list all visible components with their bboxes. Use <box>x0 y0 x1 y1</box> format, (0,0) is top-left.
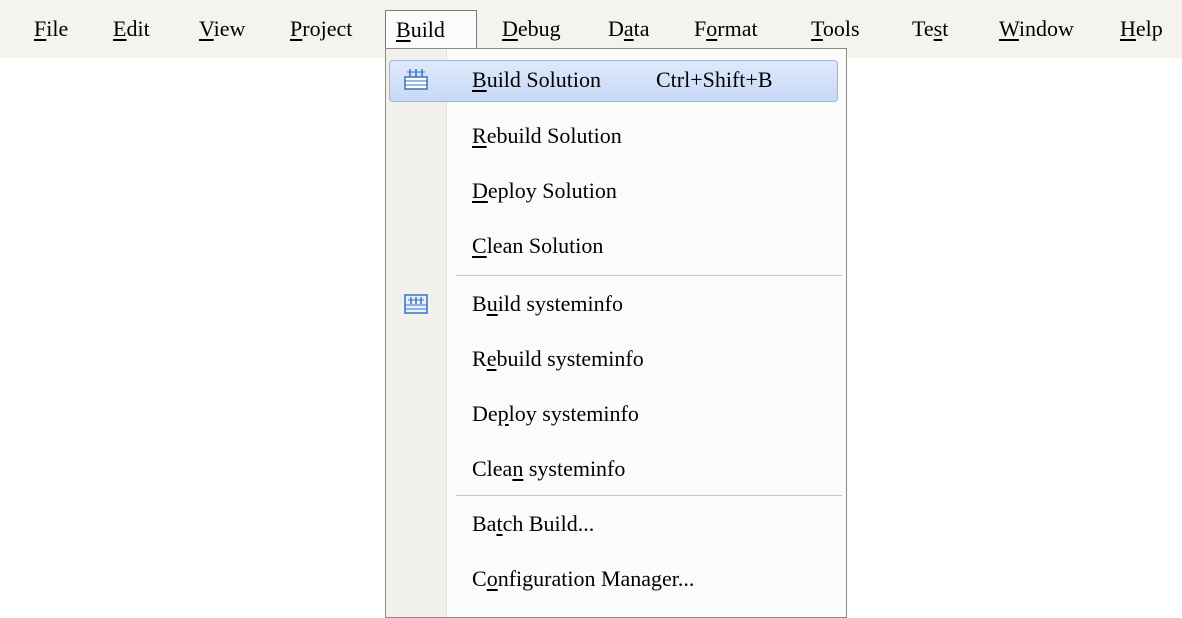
menu-tools[interactable]: Tools <box>811 10 860 48</box>
menu-item-label: Rebuild Solution <box>472 112 622 160</box>
label-part: eploy Solution <box>487 178 617 203</box>
menu-item-label: Build systeminfo <box>472 280 623 328</box>
menu-edit[interactable]: Edit <box>113 10 150 48</box>
menu-accelerator: B <box>472 67 487 92</box>
menu-label-part: Te <box>912 16 934 41</box>
menu-accelerator: R <box>472 123 487 148</box>
menu-label-part: ools <box>822 16 860 41</box>
menu-item-label: Rebuild systeminfo <box>472 335 644 383</box>
menu-accelerator: u <box>486 291 498 316</box>
menu-item-label: Deploy Solution <box>472 167 617 215</box>
label-part: loy systeminfo <box>508 401 639 426</box>
menu-item-rebuild-solution[interactable]: Rebuild Solution <box>386 112 846 160</box>
menu-accelerator: e <box>486 346 497 371</box>
menu-accelerator: D <box>502 16 518 41</box>
menu-item-deploy-solution[interactable]: Deploy Solution <box>386 167 846 215</box>
menu-accelerator: n <box>512 456 524 481</box>
menu-item-build-systeminfo[interactable]: Build systeminfo <box>386 280 846 328</box>
menu-accelerator: P <box>290 16 303 41</box>
menu-test[interactable]: Test <box>912 10 948 48</box>
label-part: build systeminfo <box>496 346 644 371</box>
menu-accelerator: C <box>472 233 487 258</box>
menu-label-part: t <box>942 16 949 41</box>
menu-accelerator: E <box>113 16 127 41</box>
label-part: ild systeminfo <box>497 291 623 316</box>
label-part: Ba <box>472 511 497 536</box>
menu-view[interactable]: View <box>199 10 245 48</box>
menu-accelerator: B <box>396 17 411 42</box>
menu-item-label: Build Solution <box>472 56 601 104</box>
menu-label-part: rmat <box>717 16 758 41</box>
menu-label-part: elp <box>1135 16 1163 41</box>
menu-label-part: uild <box>410 17 445 42</box>
menu-accelerator: W <box>999 16 1019 41</box>
menu-item-label: Deploy systeminfo <box>472 390 639 438</box>
menu-accelerator: a <box>623 16 634 41</box>
label-part: systeminfo <box>523 456 626 481</box>
menu-label-part: iew <box>213 16 246 41</box>
label-part: De <box>472 401 498 426</box>
menu-accelerator: F <box>34 16 47 41</box>
menu-window[interactable]: Window <box>999 10 1074 48</box>
menu-item-deploy-systeminfo[interactable]: Deploy systeminfo <box>386 390 846 438</box>
menu-file[interactable]: File <box>34 10 68 48</box>
label-part: uild Solution <box>486 67 601 92</box>
menu-separator <box>456 495 842 497</box>
menu-item-clean-solution[interactable]: Clean Solution <box>386 222 846 270</box>
menu-accelerator: V <box>199 16 214 41</box>
menu-item-rebuild-systeminfo[interactable]: Rebuild systeminfo <box>386 335 846 383</box>
menu-item-label: Clean systeminfo <box>472 445 625 493</box>
menu-accelerator: s <box>933 16 943 41</box>
menu-accelerator: D <box>472 178 488 203</box>
label-part: lean Solution <box>486 233 604 258</box>
menu-debug[interactable]: Debug <box>502 10 561 48</box>
menu-format[interactable]: Format <box>694 10 758 48</box>
menu-label-part: ta <box>633 16 650 41</box>
build-project-icon <box>404 294 428 314</box>
menu-item-configuration-manager[interactable]: Configuration Manager... <box>386 555 846 603</box>
menu-label-part: F <box>694 16 707 41</box>
menu-label-part: ebug <box>517 16 561 41</box>
menu-item-label: Clean Solution <box>472 222 603 270</box>
label-part: B <box>472 291 487 316</box>
label-part: nfiguration Manager... <box>497 566 695 591</box>
label-part: R <box>472 346 487 371</box>
label-part: ebuild Solution <box>486 123 622 148</box>
build-solution-icon <box>404 69 428 90</box>
menu-help[interactable]: Help <box>1120 10 1163 48</box>
menu-label-part: dit <box>126 16 150 41</box>
menu-item-label: Configuration Manager... <box>472 555 694 603</box>
menu-accelerator: o <box>706 16 718 41</box>
menu-project[interactable]: Project <box>290 10 352 48</box>
menu-item-build-solution[interactable]: Build Solution Ctrl+Shift+B <box>386 56 846 104</box>
label-part: C <box>472 566 487 591</box>
menu-accelerator: T <box>811 16 823 41</box>
menu-data[interactable]: Data <box>608 10 650 48</box>
menu-build[interactable]: Build <box>385 10 477 48</box>
menu-item-clean-systeminfo[interactable]: Clean systeminfo <box>386 445 846 493</box>
menu-separator <box>456 275 842 277</box>
menu-item-label: Batch Build... <box>472 500 594 548</box>
menu-accelerator: o <box>486 566 498 591</box>
menu-accelerator: p <box>497 401 509 426</box>
menu-accelerator: H <box>1120 16 1136 41</box>
label-part: Clea <box>472 456 513 481</box>
menu-label-part: D <box>608 16 624 41</box>
menu-item-shortcut: Ctrl+Shift+B <box>656 67 773 92</box>
menu-item-batch-build[interactable]: Batch Build... <box>386 500 846 548</box>
menu-label-part: indow <box>1018 16 1074 41</box>
build-dropdown-menu: Build Solution Ctrl+Shift+B Rebuild Solu… <box>385 48 847 618</box>
label-part: ch Build... <box>502 511 595 536</box>
menu-label-part: ile <box>46 16 69 41</box>
menu-label-part: roject <box>302 16 353 41</box>
